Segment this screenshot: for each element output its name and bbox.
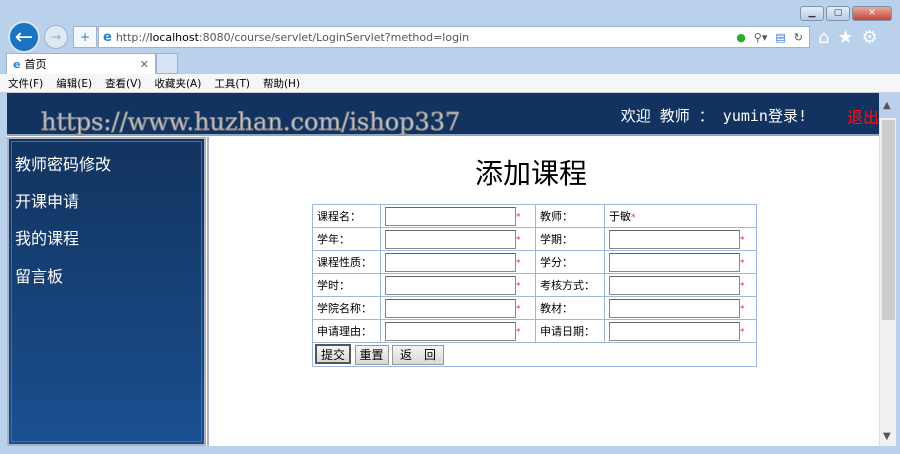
field-3-left-input[interactable] bbox=[385, 275, 516, 295]
logout-link[interactable]: 退出 bbox=[847, 104, 879, 128]
address-bar[interactable]: e http://localhost:8080/course/servlet/L… bbox=[98, 26, 810, 48]
required-mark: * bbox=[740, 304, 745, 314]
submit-button[interactable]: 提交 bbox=[315, 344, 352, 364]
vertical-scrollbar[interactable]: ▲ ▼ bbox=[879, 100, 896, 446]
form-row: 学年： * 学期： * bbox=[312, 227, 757, 251]
field-label: 学时： bbox=[312, 273, 381, 297]
scroll-up-icon[interactable]: ▲ bbox=[883, 100, 891, 111]
form-row: 课程名： * 教师： 于敏* bbox=[312, 204, 757, 228]
browser-tab[interactable]: e 首页 ✕ bbox=[6, 53, 156, 74]
maximize-button[interactable]: ▢ bbox=[826, 6, 850, 21]
page-title: 添加课程 bbox=[475, 157, 588, 190]
menu-help[interactable]: 帮助(H) bbox=[263, 76, 300, 91]
field-4-right-input[interactable] bbox=[609, 298, 740, 318]
welcome-text: 欢迎 教师 ： yumin登录! bbox=[620, 107, 807, 125]
sidebar-item-course-application[interactable]: 开课申请 bbox=[15, 188, 79, 212]
sidebar-item-change-password[interactable]: 教师密码修改 bbox=[15, 151, 111, 175]
required-mark: * bbox=[740, 258, 745, 268]
field-label: 课程性质： bbox=[312, 250, 381, 274]
back-button[interactable]: ← bbox=[8, 21, 40, 53]
form-row: 学院名称： * 教材： * bbox=[312, 296, 757, 320]
field-label: 申请日期： bbox=[535, 319, 605, 343]
menu-view[interactable]: 查看(V) bbox=[105, 76, 141, 91]
menu-favorites[interactable]: 收藏夹(A) bbox=[154, 76, 201, 91]
teacher-label: 教师： bbox=[535, 204, 605, 228]
close-tab-icon[interactable]: ✕ bbox=[140, 58, 149, 71]
url-host: localhost bbox=[149, 30, 199, 44]
refresh-icon[interactable]: ↻ bbox=[794, 31, 803, 44]
gear-icon[interactable]: ⚙ bbox=[862, 27, 878, 48]
url-prefix: http:// bbox=[115, 30, 150, 44]
ie-icon: e bbox=[103, 29, 112, 45]
field-label: 学院名称： bbox=[312, 296, 381, 320]
field-1-right-input[interactable] bbox=[609, 229, 740, 249]
field-5-left-input[interactable] bbox=[385, 321, 516, 341]
field-label: 考核方式： bbox=[535, 273, 605, 297]
field-label: 学分： bbox=[535, 250, 605, 274]
field-2-right-input[interactable] bbox=[609, 252, 740, 272]
back-button[interactable]: 返 回 bbox=[392, 344, 445, 365]
forward-button[interactable]: → bbox=[44, 25, 68, 49]
required-mark: * bbox=[740, 327, 745, 337]
required-mark: * bbox=[516, 258, 521, 268]
required-mark: * bbox=[740, 235, 745, 245]
field-label: 学期： bbox=[535, 227, 605, 251]
required-mark: * bbox=[631, 213, 636, 223]
page-header: 欢迎 教师 ： yumin登录! 退出 bbox=[7, 93, 879, 136]
required-mark: * bbox=[516, 327, 521, 337]
field-label: 学年： bbox=[312, 227, 381, 251]
field-0-left-input[interactable] bbox=[385, 206, 516, 226]
search-icon[interactable]: ⚲▾ bbox=[754, 31, 768, 44]
compat-view-icon[interactable]: ▤ bbox=[775, 31, 785, 44]
form-row: 学时： * 考核方式： * bbox=[312, 273, 757, 297]
field-2-left-input[interactable] bbox=[385, 252, 516, 272]
sidebar: 教师密码修改 开课申请 我的课程 留言板 bbox=[7, 137, 206, 446]
close-window-button[interactable]: ✕ bbox=[852, 6, 892, 21]
url-path: :8080/course/servlet/LoginServlet?method… bbox=[198, 30, 470, 44]
required-mark: * bbox=[516, 235, 521, 245]
sidebar-item-message-board[interactable]: 留言板 bbox=[15, 263, 63, 287]
menu-edit[interactable]: 编辑(E) bbox=[56, 76, 92, 91]
field-label: 课程名： bbox=[312, 204, 381, 228]
required-mark: * bbox=[740, 281, 745, 291]
field-label: 教材： bbox=[535, 296, 605, 320]
window-controls: ▁ ▢ ✕ bbox=[800, 6, 892, 21]
reset-button[interactable]: 重置 bbox=[354, 344, 389, 365]
home-icon[interactable]: ⌂ bbox=[818, 27, 829, 48]
menu-file[interactable]: 文件(F) bbox=[8, 76, 43, 91]
teacher-value: 于敏 bbox=[609, 210, 631, 223]
new-tab-button[interactable] bbox=[156, 53, 178, 74]
field-5-right-input[interactable] bbox=[609, 321, 740, 341]
favorites-star-icon[interactable]: ★ bbox=[837, 27, 853, 48]
required-mark: * bbox=[516, 281, 521, 291]
compat-shield-icon[interactable]: + bbox=[73, 26, 97, 48]
scroll-down-icon[interactable]: ▼ bbox=[883, 431, 891, 442]
field-3-right-input[interactable] bbox=[609, 275, 740, 295]
scroll-thumb[interactable] bbox=[882, 120, 895, 320]
ie-icon: e bbox=[13, 57, 21, 71]
field-4-left-input[interactable] bbox=[385, 298, 516, 318]
minimize-button[interactable]: ▁ bbox=[800, 6, 824, 21]
sidebar-item-my-courses[interactable]: 我的课程 bbox=[15, 225, 79, 249]
add-course-form: 课程名： * 教师： 于敏* 学年： * 学期： * 课程性质： * 学分： * 学时： * 考核方式： * 学… bbox=[312, 204, 757, 367]
required-mark: * bbox=[516, 304, 521, 314]
menu-bar: 文件(F) 编辑(E) 查看(V) 收藏夹(A) 工具(T) 帮助(H) bbox=[0, 74, 900, 93]
required-mark: * bbox=[516, 212, 521, 222]
menu-tools[interactable]: 工具(T) bbox=[214, 76, 250, 91]
tab-title: 首页 bbox=[24, 58, 47, 71]
form-row: 申请理由： * 申请日期： * bbox=[312, 319, 757, 343]
field-1-left-input[interactable] bbox=[385, 229, 516, 249]
addon-icon[interactable]: ● bbox=[736, 31, 746, 44]
field-label: 申请理由： bbox=[312, 319, 381, 343]
page: 欢迎 教师 ： yumin登录! 退出 教师密码修改 开课申请 我的课程 留言板… bbox=[7, 93, 879, 446]
form-row: 课程性质： * 学分： * bbox=[312, 250, 757, 274]
